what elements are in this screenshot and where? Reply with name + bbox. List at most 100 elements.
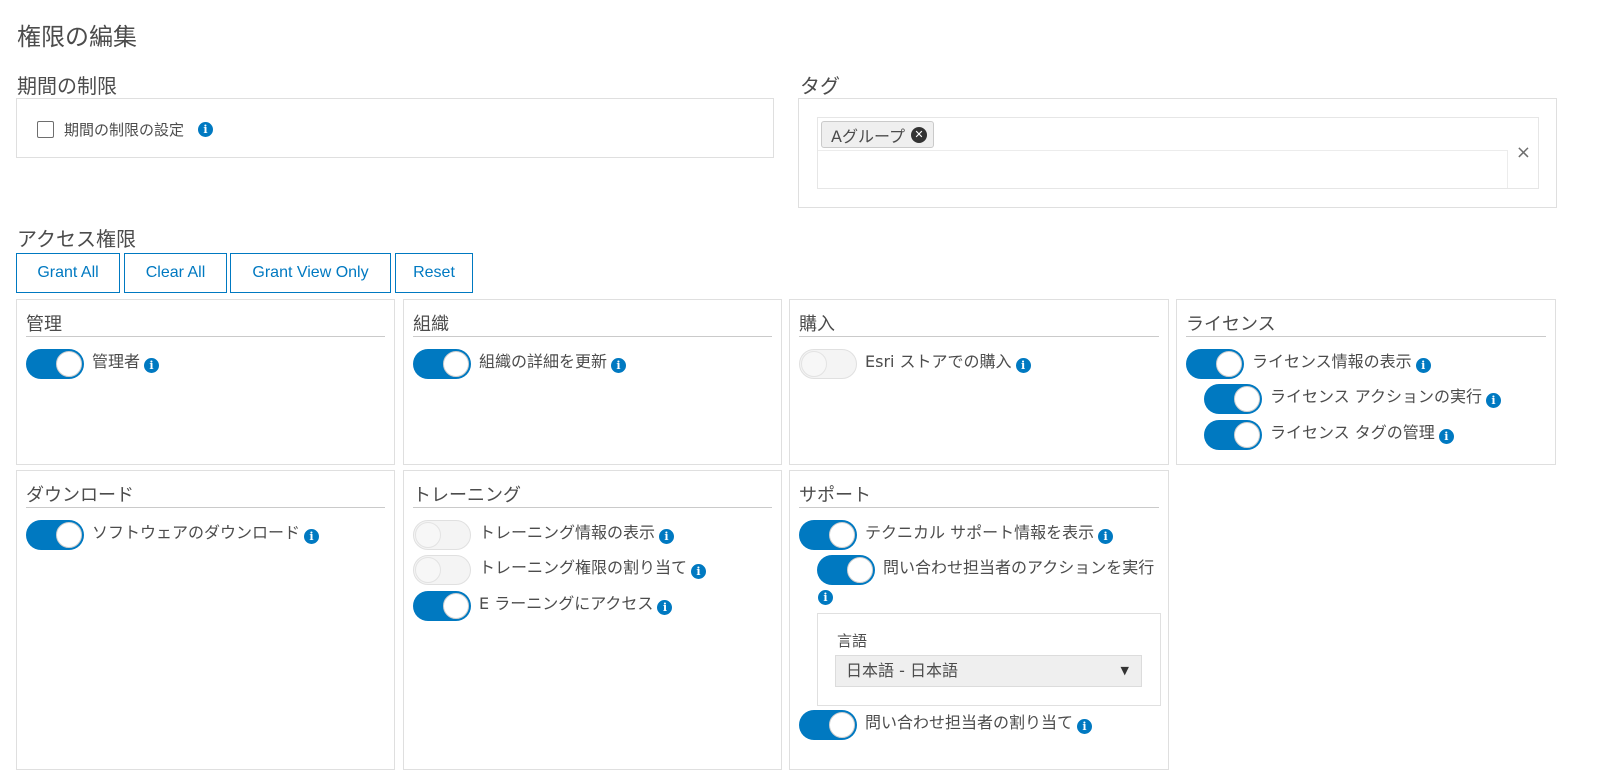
toggle-row: 問い合わせ担当者のアクションを実行 [817, 555, 1154, 585]
toggle-knob [1216, 351, 1242, 377]
toggle-label: トレーニング権限の割り当て [479, 558, 688, 577]
chevron-down-icon: ▼ [1120, 664, 1129, 677]
card-purchase: 購入 Esri ストアでの購入 i [789, 299, 1169, 465]
license-view-toggle[interactable] [1186, 349, 1244, 379]
toggle-label: 問い合わせ担当者の割り当て [865, 713, 1074, 732]
tags-divider [818, 150, 1508, 151]
info-icon[interactable]: i [198, 122, 214, 137]
clear-icon[interactable]: × [1516, 142, 1531, 163]
language-select-value: 日本語 - 日本語 [846, 661, 958, 680]
card-license: ライセンス ライセンス情報の表示 i ライセンス アクションの実行 i ライセンス … [1176, 299, 1556, 465]
info-icon[interactable]: i [1015, 358, 1031, 373]
info-icon[interactable]: i [657, 600, 673, 615]
toggle-label: トレーニング情報の表示 [479, 523, 656, 542]
org-update-toggle[interactable] [413, 349, 471, 379]
card-title: サポート [799, 485, 871, 506]
info-icon[interactable]: i [144, 358, 160, 373]
toggle-row: 組織の詳細を更新 i [413, 349, 627, 379]
language-panel: 言語 日本語 - 日本語 ▼ [817, 613, 1161, 706]
card-divider [26, 507, 385, 508]
toggle-knob [1234, 386, 1260, 412]
card-support: サポート テクニカル サポート情報を表示 i 問い合わせ担当者のアクションを実行 … [789, 470, 1169, 770]
card-divider [413, 507, 772, 508]
card-title: 購入 [799, 314, 835, 335]
info-icon[interactable]: i [611, 358, 627, 373]
toggle-knob [443, 351, 469, 377]
toggle-knob [415, 522, 441, 548]
training-view-toggle[interactable] [413, 520, 471, 550]
toggle-label: 組織の詳細を更新 [479, 352, 608, 371]
toggle-row: ライセンス アクションの実行 i [1204, 384, 1501, 414]
card-title: ライセンス [1186, 314, 1276, 335]
toggle-row: テクニカル サポート情報を表示 i [799, 520, 1114, 550]
access-title: アクセス権限 [17, 227, 136, 251]
tech-support-toggle[interactable] [799, 520, 857, 550]
card-divider [1186, 336, 1546, 337]
grant-view-only-button[interactable]: Grant View Only [230, 253, 391, 293]
info-icon[interactable]: i [818, 590, 833, 605]
card-divider [26, 336, 385, 337]
tags-input[interactable]: Aグループ ✕ × [817, 117, 1539, 189]
language-select[interactable]: 日本語 - 日本語 ▼ [835, 655, 1142, 687]
remove-tag-icon[interactable]: ✕ [911, 126, 927, 143]
toggle-row: E ラーニングにアクセス i [413, 591, 673, 621]
toggle-knob [801, 351, 827, 377]
info-icon[interactable]: i [1438, 429, 1454, 444]
toggle-row: 管理者 i [26, 349, 160, 379]
training-assign-toggle[interactable] [413, 555, 471, 585]
reset-button[interactable]: Reset [395, 253, 473, 293]
toggle-row: Esri ストアでの購入 i [799, 349, 1031, 379]
toggle-row: 問い合わせ担当者の割り当て i [799, 710, 1093, 740]
card-title: トレーニング [413, 485, 521, 506]
info-icon[interactable]: i [1077, 719, 1093, 734]
elearning-toggle[interactable] [413, 591, 471, 621]
card-org: 組織 組織の詳細を更新 i [403, 299, 782, 465]
toggle-knob [443, 593, 469, 619]
admin-toggle[interactable] [26, 349, 84, 379]
toggle-label: ソフトウェアのダウンロード [92, 523, 301, 542]
contact-action-toggle[interactable] [817, 555, 875, 585]
page-title: 権限の編集 [17, 23, 137, 51]
toggle-label: ライセンス情報の表示 [1252, 352, 1412, 371]
time-limit-checkbox[interactable] [37, 121, 54, 138]
language-label: 言語 [837, 632, 868, 650]
tag-chip-label: Aグループ [831, 126, 905, 146]
info-icon[interactable]: i [1415, 358, 1431, 373]
tag-chip: Aグループ ✕ [821, 121, 934, 148]
toggle-knob [415, 557, 441, 583]
tags-panel: Aグループ ✕ × [798, 98, 1557, 208]
info-icon[interactable]: i [1485, 393, 1501, 408]
info-icon[interactable]: i [304, 529, 320, 544]
card-divider [799, 336, 1159, 337]
toggle-knob [56, 522, 82, 548]
toggle-row: ライセンス情報の表示 i [1186, 349, 1431, 379]
info-icon[interactable]: i [1098, 529, 1114, 544]
card-download: ダウンロード ソフトウェアのダウンロード i [16, 470, 395, 770]
esri-store-toggle[interactable] [799, 349, 857, 379]
clear-all-button[interactable]: Clear All [124, 253, 227, 293]
tags-divider-vertical [1507, 150, 1508, 188]
time-limit-title: 期間の制限 [17, 74, 117, 98]
tags-title: タグ [800, 74, 840, 98]
card-title: 管理 [26, 314, 62, 335]
toggle-knob [829, 522, 855, 548]
card-title: ダウンロード [26, 485, 134, 506]
toggle-label: ライセンス タグの管理 [1270, 423, 1435, 442]
toggle-label: 管理者 [92, 352, 141, 371]
card-divider [413, 336, 772, 337]
toggle-label: ライセンス アクションの実行 [1270, 387, 1482, 406]
toggle-label: 問い合わせ担当者のアクションを実行 [883, 558, 1155, 577]
time-limit-checkbox-label: 期間の制限の設定 [64, 121, 185, 139]
license-tag-toggle[interactable] [1204, 420, 1262, 450]
contact-assign-toggle[interactable] [799, 710, 857, 740]
license-action-toggle[interactable] [1204, 384, 1262, 414]
toggle-knob [847, 557, 873, 583]
grant-all-button[interactable]: Grant All [16, 253, 120, 293]
toggle-label: Esri ストアでの購入 [865, 352, 1012, 371]
toggle-knob [56, 351, 82, 377]
info-icon[interactable]: i [691, 564, 707, 579]
software-download-toggle[interactable] [26, 520, 84, 550]
info-icon[interactable]: i [659, 529, 675, 544]
toggle-label: E ラーニングにアクセス [479, 594, 654, 613]
toggle-knob [829, 712, 855, 738]
